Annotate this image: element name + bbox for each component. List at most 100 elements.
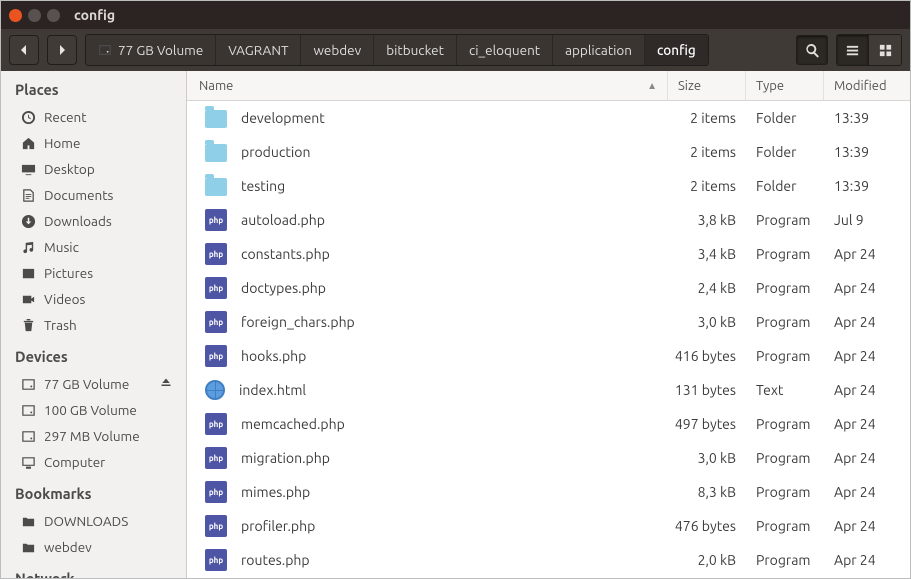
- sidebar-item-computer[interactable]: Computer: [1, 449, 186, 475]
- html-file-icon: [205, 380, 225, 400]
- php-file-icon: php: [205, 277, 227, 299]
- sidebar-item-label: Computer: [44, 454, 105, 470]
- file-modified: Apr 24: [824, 450, 910, 466]
- file-row[interactable]: phpmigration.php3,0 kBProgramApr 24: [187, 441, 910, 475]
- sidebar-item-77-gb-volume[interactable]: 77 GB Volume: [1, 371, 186, 397]
- file-row[interactable]: phpdoctypes.php2,4 kBProgramApr 24: [187, 271, 910, 305]
- grid-view-button[interactable]: [869, 35, 901, 65]
- breadcrumb-application[interactable]: application: [553, 35, 645, 65]
- eject-icon: [160, 377, 172, 389]
- file-row[interactable]: phpmimes.php8,3 kBProgramApr 24: [187, 475, 910, 509]
- list-view-button[interactable]: [837, 35, 869, 65]
- folder-row[interactable]: testing2 itemsFolder13:39: [187, 169, 910, 203]
- file-size: 476 bytes: [668, 518, 746, 534]
- file-type: Folder: [746, 178, 824, 194]
- file-name: migration.php: [241, 450, 668, 466]
- close-window-button[interactable]: [9, 9, 22, 22]
- file-row[interactable]: phpautoload.php3,8 kBProgramJul 9: [187, 203, 910, 237]
- file-row[interactable]: phpprofiler.php476 bytesProgramApr 24: [187, 509, 910, 543]
- back-button[interactable]: [9, 35, 39, 65]
- breadcrumb-config[interactable]: config: [645, 35, 708, 65]
- breadcrumb-webdev[interactable]: webdev: [301, 35, 374, 65]
- breadcrumb-vagrant[interactable]: VAGRANT: [216, 35, 301, 65]
- sidebar-item-recent[interactable]: Recent: [1, 104, 186, 130]
- file-size: 497 bytes: [668, 416, 746, 432]
- sidebar-item-documents[interactable]: Documents: [1, 182, 186, 208]
- column-modified[interactable]: Modified: [824, 71, 910, 100]
- php-file-icon: php: [205, 345, 227, 367]
- file-name: doctypes.php: [241, 280, 668, 296]
- sidebar-item-music[interactable]: Music: [1, 234, 186, 260]
- folder-row[interactable]: development2 itemsFolder13:39: [187, 101, 910, 135]
- column-size[interactable]: Size: [668, 71, 746, 100]
- breadcrumb-ci_eloquent[interactable]: ci_eloquent: [457, 35, 553, 65]
- documents-icon: [21, 188, 36, 203]
- folder-icon: [205, 144, 227, 162]
- sidebar-item-videos[interactable]: Videos: [1, 286, 186, 312]
- sidebar-item-label: Trash: [44, 317, 77, 333]
- file-type: Program: [746, 484, 824, 500]
- file-row[interactable]: phpforeign_chars.php3,0 kBProgramApr 24: [187, 305, 910, 339]
- file-row[interactable]: index.html131 bytesTextApr 24: [187, 373, 910, 407]
- hdd-icon: [21, 377, 36, 392]
- maximize-window-button[interactable]: [47, 9, 60, 22]
- file-modified: 13:39: [824, 110, 910, 126]
- sidebar-item-desktop[interactable]: Desktop: [1, 156, 186, 182]
- breadcrumb-label: 77 GB Volume: [118, 42, 203, 58]
- php-file-icon: php: [205, 481, 227, 503]
- file-row[interactable]: phphooks.php416 bytesProgramApr 24: [187, 339, 910, 373]
- sidebar: PlacesRecentHomeDesktopDocumentsDownload…: [1, 71, 187, 578]
- sidebar-item-297-mb-volume[interactable]: 297 MB Volume: [1, 423, 186, 449]
- file-modified: 13:39: [824, 144, 910, 160]
- clock-icon: [21, 110, 36, 125]
- file-modified: Jul 9: [824, 212, 910, 228]
- sidebar-heading-bookmarks: Bookmarks: [1, 475, 186, 508]
- file-row[interactable]: phpmemcached.php497 bytesProgramApr 24: [187, 407, 910, 441]
- breadcrumb-77-gb-volume[interactable]: 77 GB Volume: [86, 35, 216, 65]
- folder-icon: [205, 178, 227, 196]
- breadcrumb-bitbucket[interactable]: bitbucket: [374, 35, 457, 65]
- file-row[interactable]: phproutes.php2,0 kBProgramApr 24: [187, 543, 910, 577]
- sidebar-item-home[interactable]: Home: [1, 130, 186, 156]
- breadcrumb-label: application: [565, 42, 632, 58]
- file-type: Program: [746, 314, 824, 330]
- column-type[interactable]: Type: [746, 71, 824, 100]
- sidebar-item-webdev[interactable]: webdev: [1, 534, 186, 560]
- file-manager-window: config 77 GB VolumeVAGRANTwebdevbitbucke…: [0, 0, 911, 579]
- file-name: mimes.php: [241, 484, 668, 500]
- music-icon: [21, 240, 36, 255]
- folder-icon: [205, 110, 227, 128]
- file-type: Program: [746, 416, 824, 432]
- search-button[interactable]: [796, 35, 828, 65]
- column-name[interactable]: Name ▲: [187, 71, 668, 100]
- php-file-icon: php: [205, 413, 227, 435]
- file-size: 2 items: [668, 110, 746, 126]
- file-type: Program: [746, 212, 824, 228]
- breadcrumb: 77 GB Volume VAGRANTwebdevbitbucketci_elo…: [85, 34, 709, 66]
- folder-icon: [21, 514, 36, 529]
- file-row[interactable]: phpconstants.php3,4 kBProgramApr 24: [187, 237, 910, 271]
- file-name: foreign_chars.php: [241, 314, 668, 330]
- minimize-window-button[interactable]: [28, 9, 41, 22]
- file-type: Folder: [746, 110, 824, 126]
- sidebar-item-label: Desktop: [44, 161, 95, 177]
- sidebar-item-downloads[interactable]: Downloads: [1, 208, 186, 234]
- file-size: 416 bytes: [668, 348, 746, 364]
- eject-button[interactable]: [160, 376, 172, 392]
- folder-row[interactable]: production2 itemsFolder13:39: [187, 135, 910, 169]
- sidebar-item-label: DOWNLOADS: [44, 513, 128, 529]
- folder-icon: [21, 540, 36, 555]
- file-type: Folder: [746, 144, 824, 160]
- desktop-icon: [21, 162, 36, 177]
- sidebar-item-downloads[interactable]: DOWNLOADS: [1, 508, 186, 534]
- window-controls: [9, 9, 60, 22]
- forward-button[interactable]: [47, 35, 77, 65]
- file-name: constants.php: [241, 246, 668, 262]
- sidebar-item-100-gb-volume[interactable]: 100 GB Volume: [1, 397, 186, 423]
- sidebar-item-pictures[interactable]: Pictures: [1, 260, 186, 286]
- sidebar-item-trash[interactable]: Trash: [1, 312, 186, 338]
- sidebar-item-label: Videos: [44, 291, 85, 307]
- file-list[interactable]: development2 itemsFolder13:39production2…: [187, 101, 910, 578]
- file-modified: Apr 24: [824, 348, 910, 364]
- file-name: index.html: [239, 382, 668, 398]
